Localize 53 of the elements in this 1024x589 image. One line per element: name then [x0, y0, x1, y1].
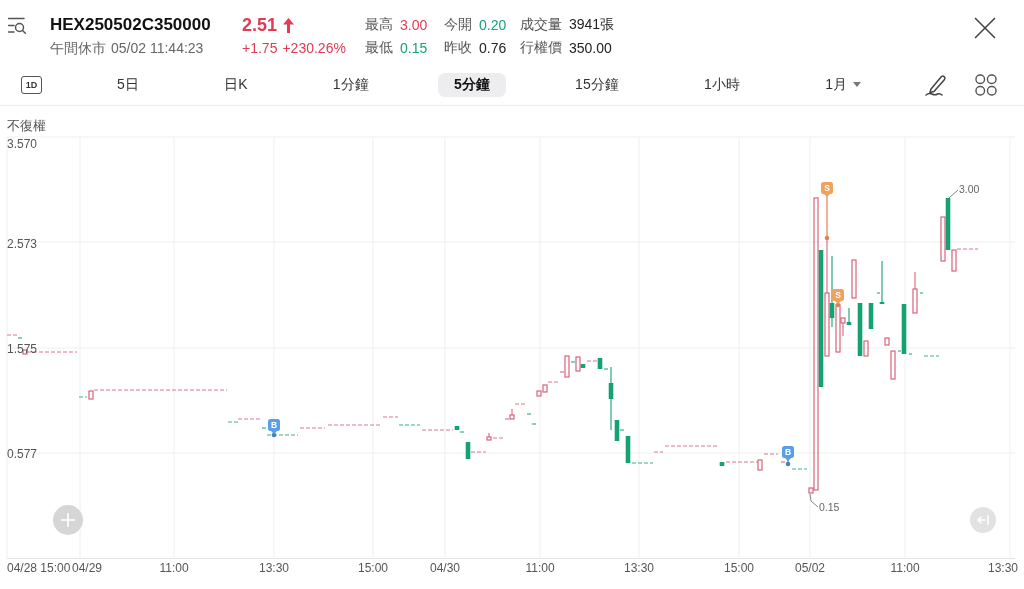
time-axis-label: 15:00: [724, 561, 754, 575]
interval-tab[interactable]: 5日: [101, 72, 155, 97]
time-axis-label: 13:30: [624, 561, 654, 575]
price-change: +1.75: [242, 39, 278, 58]
leader-line: [809, 493, 819, 508]
interval-tab[interactable]: 15分鐘: [559, 72, 635, 97]
time-axis-label: 11:00: [159, 561, 189, 575]
close-icon[interactable]: [974, 17, 996, 39]
time-axis-label: 11:00: [890, 561, 920, 575]
time-axis-label: 05/02: [795, 561, 825, 575]
interval-tab[interactable]: 1小時: [688, 72, 756, 97]
price-axis-label: 0.577: [7, 447, 38, 461]
interval-tab[interactable]: 1分鐘: [316, 72, 385, 97]
stat-label: 最高: [365, 16, 393, 34]
interval-tab[interactable]: 5分鐘: [437, 72, 506, 97]
price-annotation: 3.00: [959, 183, 980, 195]
arrow-left-bar-icon: [977, 515, 989, 525]
price-axis-label: 2.573: [7, 237, 38, 251]
stat-label: 行權價: [520, 39, 562, 57]
time-axis-label: 13:30: [259, 561, 289, 575]
time-axis-label: 04/28 15:00: [7, 561, 71, 575]
stat-label: 今開: [444, 16, 472, 34]
stat-label: 昨收: [444, 39, 472, 57]
time-axis-label: 13:30: [988, 561, 1018, 575]
percent-change: +230.26%: [282, 39, 346, 58]
list-search-icon[interactable]: [8, 17, 26, 34]
market-status: 午間休市: [50, 39, 106, 58]
grid-icon[interactable]: [975, 73, 997, 96]
price-axis-label: 3.570: [7, 137, 38, 151]
stat-value: 350.00: [569, 40, 612, 56]
stat-value: 0.15: [400, 40, 428, 56]
time-axis-label: 15:00: [358, 561, 388, 575]
plus-icon: [61, 513, 75, 527]
stat-label: 成交量: [520, 16, 562, 34]
interval-tab[interactable]: 1月: [809, 72, 877, 97]
stat-value: 0.20: [479, 17, 507, 33]
leader-line: [948, 189, 959, 199]
time-axis-label: 04/29: [72, 561, 103, 575]
option-symbol: HEX250502C350000: [50, 14, 211, 36]
stat-value: 3.00: [400, 17, 428, 33]
stat-value: 0.76: [479, 40, 507, 56]
price-annotation: 0.15: [819, 501, 840, 513]
pencil-icon[interactable]: [925, 73, 947, 96]
last-price: 2.51: [242, 14, 278, 37]
stat-value: 3941張: [569, 16, 615, 34]
day-range-button[interactable]: 1D: [21, 75, 42, 94]
stat-label: 最低: [365, 39, 393, 57]
time-axis-label: 11:00: [525, 561, 555, 575]
time-axis-label: 04/30: [430, 561, 460, 575]
quote-time: 05/02 11:44:23: [111, 39, 204, 58]
price-axis-label: 1.575: [7, 342, 38, 356]
price-adjustment-label: 不復權: [7, 118, 46, 134]
interval-tab[interactable]: 日K: [208, 72, 264, 97]
